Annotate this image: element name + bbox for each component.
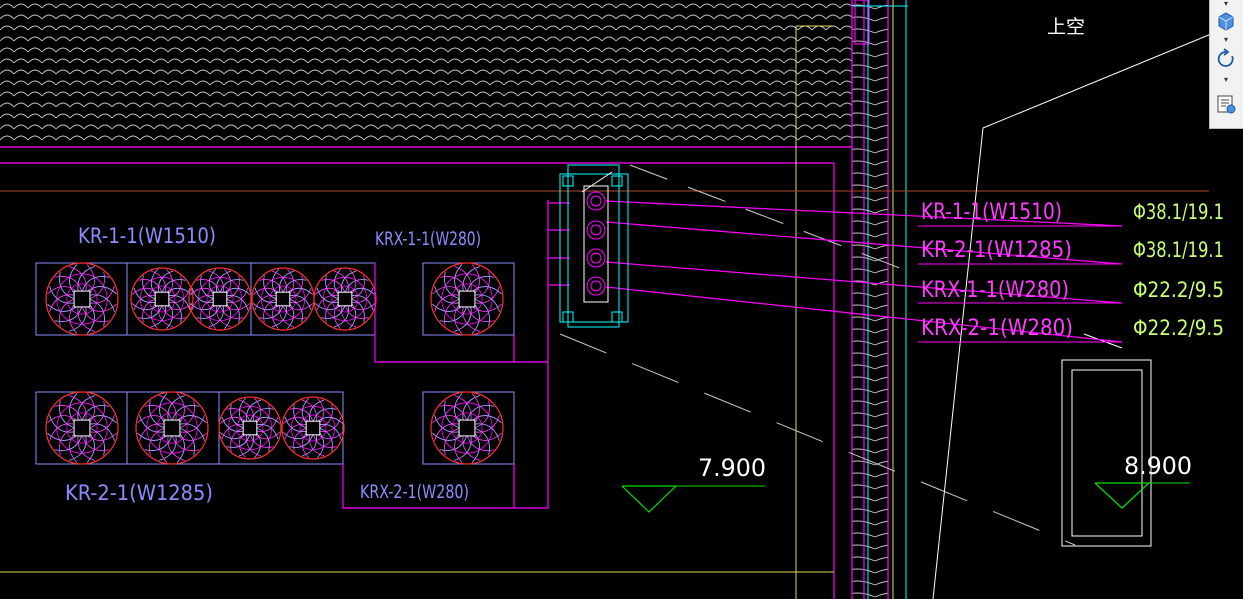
navigation-bar: ▾ ▾ ▾ bbox=[1209, 0, 1243, 129]
fan-icon bbox=[45, 391, 119, 465]
elevation-marker-1: 7.900 bbox=[621, 454, 766, 513]
elevation-value-1: 7.900 bbox=[698, 454, 766, 482]
roof-hatch bbox=[0, 0, 852, 147]
pipe-sleeve bbox=[559, 164, 629, 328]
fan-icon bbox=[251, 267, 315, 331]
unit-label-kr-2-1: KR-2-1(W1285) bbox=[65, 481, 213, 505]
unit-krx-2-1 bbox=[422, 391, 515, 465]
pipe-system-2: KR-2-1(W1285) bbox=[921, 238, 1072, 263]
orbit-icon[interactable] bbox=[1212, 46, 1240, 72]
fan-icon bbox=[188, 267, 252, 331]
unit-label-krx-2-1: KRX-2-1(W280) bbox=[360, 481, 469, 503]
pipe-size-3: Φ22.2/9.5 bbox=[1133, 278, 1224, 302]
fan-icon bbox=[430, 262, 504, 336]
outdoor-units bbox=[35, 262, 515, 465]
pipe-system-4: KRX-2-1(W280) bbox=[921, 316, 1073, 341]
fan-icon bbox=[218, 396, 282, 460]
view-cube-icon[interactable] bbox=[1212, 8, 1240, 34]
view-manager-icon[interactable] bbox=[1212, 90, 1240, 118]
cad-drawing-viewport[interactable]: KR-1-1(W1510) KRX-1-1(W280) KR-2-1(W1285… bbox=[0, 0, 1243, 599]
room-label: 上空 bbox=[1047, 16, 1085, 38]
orbit-dropdown-icon[interactable]: ▾ bbox=[1221, 36, 1231, 44]
wall-hatch bbox=[852, 0, 888, 599]
pipe-size-1: Φ38.1/19.1 bbox=[1133, 200, 1224, 224]
fan-icon bbox=[45, 262, 119, 336]
pipe-size-4: Φ22.2/9.5 bbox=[1133, 316, 1224, 340]
fan-icon bbox=[313, 267, 377, 331]
unit-label-krx-1-1: KRX-1-1(W280) bbox=[375, 228, 481, 250]
view-manager-dropdown-icon[interactable]: ▾ bbox=[1221, 76, 1231, 84]
elevation-marker-2: 8.900 bbox=[1094, 452, 1192, 509]
fan-icon bbox=[281, 396, 345, 460]
pipe-system-3: KRX-1-1(W280) bbox=[921, 278, 1069, 303]
view-cube-dropdown-icon[interactable]: ▾ bbox=[1221, 0, 1231, 8]
unit-kr-1-1 bbox=[35, 262, 377, 336]
fan-icon bbox=[135, 391, 209, 465]
cad-canvas[interactable]: KR-1-1(W1510) KRX-1-1(W280) KR-2-1(W1285… bbox=[0, 0, 1243, 599]
unit-label-kr-1-1: KR-1-1(W1510) bbox=[78, 224, 216, 248]
elevation-value-2: 8.900 bbox=[1124, 452, 1192, 480]
unit-krx-1-1 bbox=[422, 262, 515, 336]
fan-icon bbox=[430, 391, 504, 465]
pipe-size-2: Φ38.1/19.1 bbox=[1133, 238, 1224, 262]
pipe-system-1: KR-1-1(W1510) bbox=[921, 200, 1062, 225]
unit-kr-2-1 bbox=[35, 391, 345, 465]
fan-icon bbox=[130, 267, 194, 331]
